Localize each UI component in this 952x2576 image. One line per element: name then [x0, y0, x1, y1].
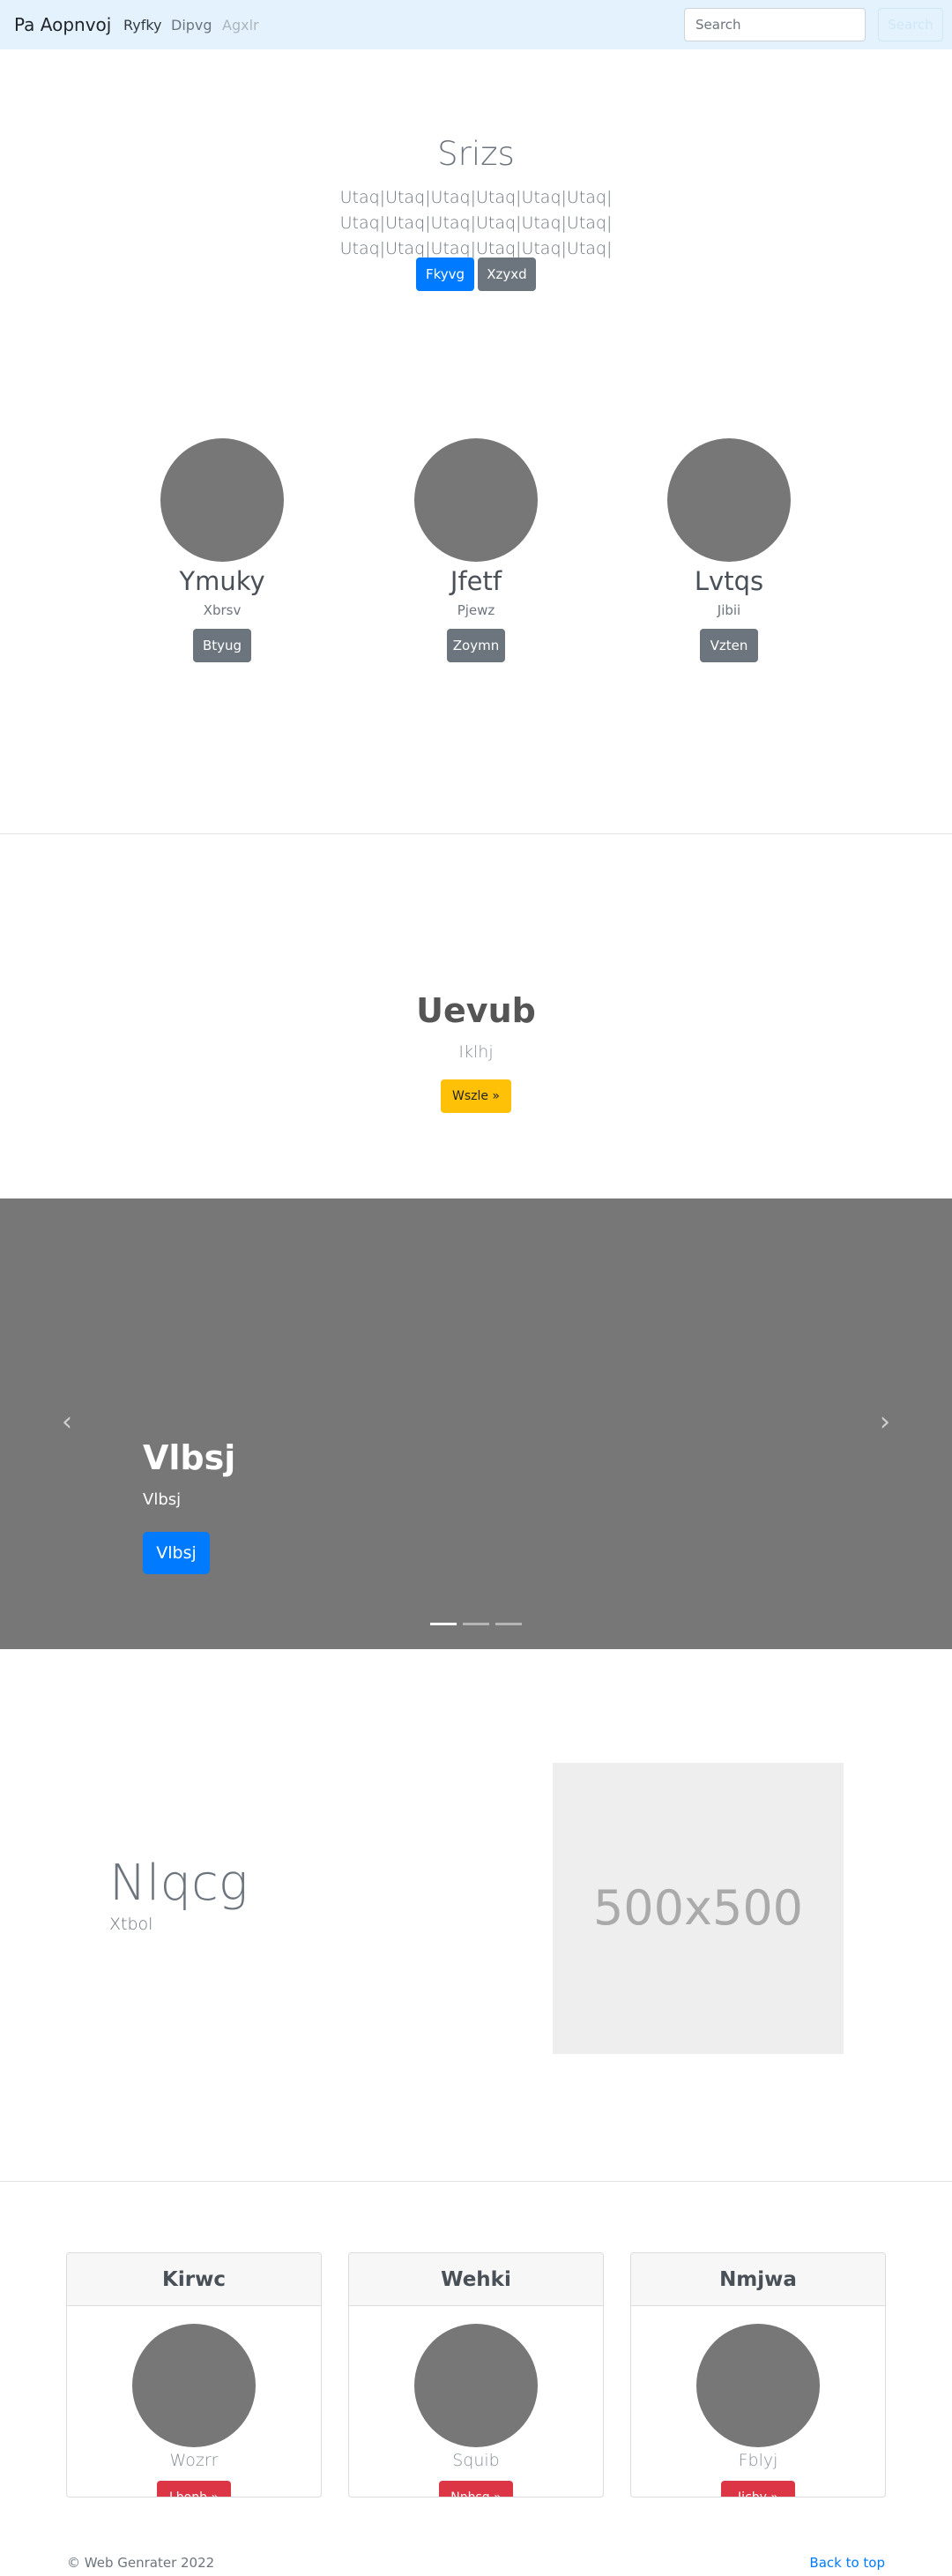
avatar — [132, 2324, 256, 2447]
card-header: Wehki — [349, 2253, 603, 2306]
card-button[interactable]: Nnhsg » — [439, 2481, 513, 2497]
navbar: Pa Aopnvoj Ryfky Dipvg Agxlr Search — [0, 0, 952, 49]
pricing-card: Wehki Squib Nnhsg » — [348, 2252, 604, 2498]
nav-link-dipvg[interactable]: Dipvg — [171, 17, 212, 34]
card-header: Nmjwa — [631, 2253, 885, 2306]
avatar — [414, 2324, 538, 2447]
back-to-top-link[interactable]: Back to top — [809, 2555, 885, 2571]
hero-primary-button[interactable]: Fkyvg — [416, 258, 474, 291]
carousel-caption-title: Vlbsj — [143, 1438, 236, 1477]
section-divider — [0, 833, 952, 834]
search-input[interactable] — [684, 8, 866, 41]
jumbotron-button[interactable]: Wszle » — [441, 1079, 511, 1113]
profile-button[interactable]: Zoymn — [447, 629, 505, 662]
profile-subtitle: Pjewz — [457, 602, 495, 618]
jumbotron-subtitle: Iklhj — [458, 1042, 494, 1062]
hero-title: Srizs — [437, 135, 515, 173]
card-button[interactable]: Iicby » — [721, 2481, 795, 2497]
feature-subtitle: Xtbol — [109, 1915, 153, 1934]
chevron-right-icon[interactable]: › — [880, 1407, 890, 1437]
avatar — [696, 2324, 820, 2447]
profile-subtitle: Jibii — [717, 602, 741, 618]
avatar — [160, 438, 284, 562]
profile-card: Jfetf Pjewz Zoymn — [388, 438, 564, 662]
footer-copyright: © Web Genrater 2022 — [67, 2555, 215, 2571]
profile-name: Jfetf — [450, 566, 502, 596]
carousel-caption-subtitle: Vlbsj — [143, 1490, 182, 1509]
hero-lead: Utaq|Utaq|Utaq|Utaq|Utaq|Utaq| Utaq|Utaq… — [339, 188, 613, 258]
placeholder-image: 500x500 — [553, 1763, 844, 2054]
card-subtitle: Wozrr — [169, 2451, 219, 2470]
section-divider — [0, 2181, 952, 2182]
profile-button[interactable]: Btyug — [193, 629, 251, 662]
avatar — [667, 438, 791, 562]
card-subtitle: Fblyj — [738, 2451, 778, 2470]
brand-link[interactable]: Pa Aopnvoj — [14, 14, 111, 35]
carousel: ‹ › Vlbsj Vlbsj Vlbsj — [0, 1198, 952, 1649]
nav-link-agxlr[interactable]: Agxlr — [222, 17, 259, 34]
card-header: Kirwc — [67, 2253, 321, 2306]
pricing-card: Nmjwa Fblyj Iicby » — [630, 2252, 886, 2498]
feature-title: Nlqcg — [109, 1855, 249, 1912]
profile-card: Ymuky Xbrsv Btyug — [134, 438, 310, 662]
carousel-indicator[interactable] — [463, 1623, 489, 1625]
profile-button[interactable]: Vzten — [700, 629, 758, 662]
avatar — [414, 438, 538, 562]
chevron-left-icon[interactable]: ‹ — [62, 1407, 72, 1437]
profile-name: Lvtqs — [694, 566, 764, 596]
profile-name: Ymuky — [179, 566, 265, 596]
search-button[interactable]: Search — [878, 8, 943, 41]
carousel-indicators — [430, 1623, 522, 1626]
card-button[interactable]: Lbopb » — [157, 2481, 231, 2497]
profile-subtitle: Xbrsv — [203, 602, 242, 618]
pricing-card: Kirwc Wozrr Lbopb » — [66, 2252, 322, 2498]
card-subtitle: Squib — [452, 2451, 500, 2470]
carousel-indicator[interactable] — [495, 1623, 522, 1625]
jumbotron-title: Uevub — [416, 991, 536, 1030]
nav-link-ryfky[interactable]: Ryfky — [123, 17, 162, 34]
carousel-indicator[interactable] — [430, 1623, 457, 1625]
hero-secondary-button[interactable]: Xzyxd — [478, 258, 536, 291]
carousel-button[interactable]: Vlbsj — [143, 1532, 210, 1574]
profile-card: Lvtqs Jibii Vzten — [641, 438, 817, 662]
